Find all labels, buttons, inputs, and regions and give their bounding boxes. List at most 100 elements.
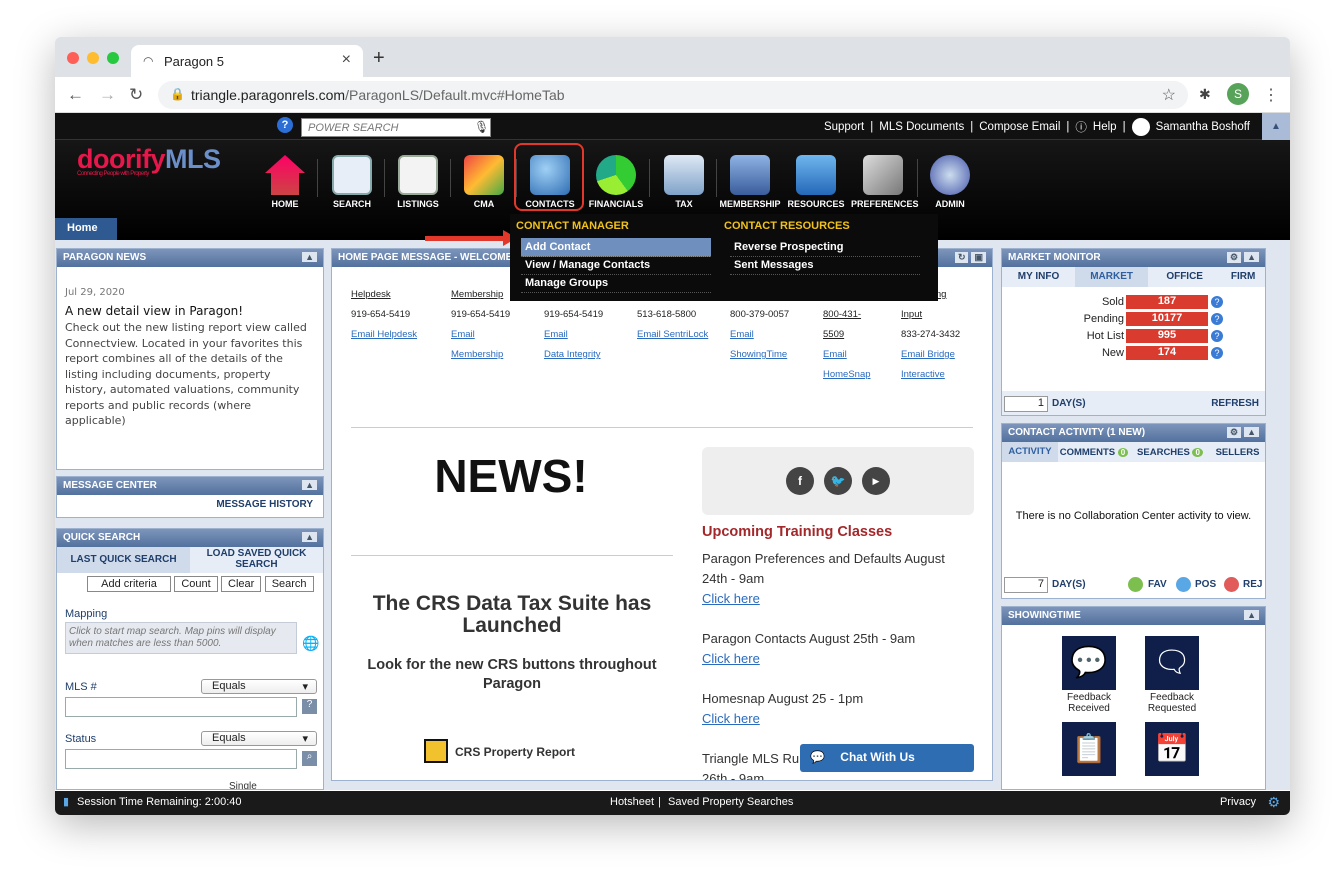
tab-comments-label[interactable]: COMMENTS	[1060, 447, 1115, 458]
microphone-icon[interactable]: 🎙	[474, 120, 489, 134]
email-link[interactable]: Email	[730, 329, 754, 340]
email-link[interactable]: Email Bridge	[901, 349, 955, 360]
tab-office[interactable]: OFFICE	[1148, 267, 1221, 287]
email-link[interactable]: Email	[823, 349, 847, 360]
help-question-icon[interactable]: ?	[1211, 347, 1223, 359]
profile-avatar[interactable]: S	[1227, 83, 1249, 105]
collapse-icon[interactable]: ▲	[1244, 252, 1259, 262]
collapse-icon[interactable]: ▲	[1244, 427, 1259, 437]
partial-select[interactable]: Single	[229, 781, 257, 789]
view-manage-contacts-item[interactable]: View / Manage Contacts	[521, 256, 711, 275]
add-contact-item[interactable]: Add Contact	[521, 238, 711, 257]
manage-groups-item[interactable]: Manage Groups	[521, 274, 711, 293]
crs-property-report-link[interactable]: CRS Property Report	[455, 745, 575, 759]
twitter-icon[interactable]: 🐦	[824, 467, 852, 495]
extensions-icon[interactable]: ✱	[1199, 86, 1211, 103]
mls-documents-link[interactable]: MLS Documents	[879, 121, 964, 133]
minimize-window-button[interactable]	[87, 52, 99, 64]
reverse-prospecting-item[interactable]: Reverse Prospecting	[730, 238, 920, 257]
status-input[interactable]	[65, 749, 297, 769]
nav-financials[interactable]: FINANCIALS	[584, 155, 648, 209]
browser-menu-icon[interactable]: ⋮	[1263, 85, 1279, 105]
hotsheet-link[interactable]: Hotsheet	[610, 796, 654, 808]
chat-with-us-button[interactable]: 💬 Chat With Us	[800, 744, 974, 772]
youtube-icon[interactable]: ▶	[862, 467, 890, 495]
forward-icon[interactable]: →	[99, 85, 116, 105]
collapse-icon[interactable]: ▲	[302, 252, 317, 262]
back-icon[interactable]: ←	[67, 85, 84, 105]
close-window-button[interactable]	[67, 52, 79, 64]
saved-searches-link[interactable]: Saved Property Searches	[668, 796, 793, 808]
add-criteria-button[interactable]: Add criteria	[87, 576, 171, 592]
new-tab-button[interactable]: +	[373, 47, 385, 70]
days-input[interactable]: 1	[1004, 396, 1048, 412]
url-field[interactable]: 🔒 triangle.paragonrels.com/ParagonLS/Def…	[158, 81, 1188, 109]
feedback-received-label[interactable]: Feedback Received	[1052, 692, 1126, 714]
clear-button[interactable]: Clear	[221, 576, 262, 592]
tab-sellers[interactable]: SELLERS	[1210, 447, 1265, 458]
help-question-icon[interactable]: ?	[1211, 296, 1223, 308]
pending-count[interactable]: 10177	[1126, 312, 1208, 326]
nav-admin[interactable]: ADMIN	[918, 155, 982, 209]
search-lookup-icon[interactable]: ⌕	[302, 751, 317, 766]
new-count[interactable]: 174	[1126, 346, 1208, 360]
email-link[interactable]: Email	[544, 329, 568, 340]
browser-tab[interactable]: ◠ Paragon 5 ×	[131, 45, 363, 77]
phone-cell[interactable]: 800-431-	[823, 309, 861, 320]
membership-header[interactable]: Membership	[451, 289, 503, 300]
days-input[interactable]: 7	[1004, 577, 1048, 593]
calendar-icon[interactable]: 📅	[1145, 722, 1199, 776]
settings-gear-icon[interactable]: ⚙	[1227, 427, 1242, 438]
nav-home[interactable]: HOME	[253, 155, 317, 209]
clipboard-icon[interactable]: 📋	[1062, 722, 1116, 776]
feedback-requested-icon[interactable]: 🗨	[1145, 636, 1199, 690]
load-saved-search-tab[interactable]: LOAD SAVED QUICK SEARCH	[190, 547, 323, 573]
sent-messages-item[interactable]: Sent Messages	[730, 256, 920, 275]
hotlist-count[interactable]: 995	[1126, 329, 1208, 343]
tab-my-info[interactable]: MY INFO	[1002, 267, 1075, 287]
collapse-icon[interactable]: ▲	[302, 480, 317, 490]
email-link[interactable]: Data Integrity	[544, 349, 601, 360]
help-link[interactable]: Help	[1093, 121, 1117, 133]
email-link[interactable]: Email	[451, 329, 475, 340]
lookup-question-icon[interactable]: ?	[302, 699, 317, 714]
mls-number-input[interactable]	[65, 697, 297, 717]
status-operator-select[interactable]: Equals ▾	[201, 731, 317, 746]
nav-resources[interactable]: RESOURCES	[784, 155, 848, 209]
message-history-link[interactable]: MESSAGE HISTORY	[57, 495, 323, 514]
email-link[interactable]: ShowingTime	[730, 349, 787, 360]
tab-activity[interactable]: ACTIVITY	[1002, 442, 1058, 462]
email-link[interactable]: HomeSnap	[823, 369, 871, 380]
tab-close-icon[interactable]: ×	[342, 51, 351, 69]
sold-count[interactable]: 187	[1126, 295, 1208, 309]
class-link[interactable]: Click here	[702, 589, 972, 609]
collapse-header-icon[interactable]: ▲	[1262, 113, 1290, 140]
maximize-window-button[interactable]	[107, 52, 119, 64]
privacy-link[interactable]: Privacy	[1220, 796, 1256, 808]
home-tab[interactable]: Home	[55, 218, 117, 240]
facebook-icon[interactable]: f	[786, 467, 814, 495]
refresh-button[interactable]: REFRESH	[1211, 398, 1259, 409]
user-name[interactable]: Samantha Boshoff	[1156, 121, 1250, 133]
help-question-icon[interactable]: ?	[1211, 313, 1223, 325]
tab-searches-label[interactable]: SEARCHES	[1137, 447, 1190, 458]
gear-icon[interactable]: ⚙	[1267, 794, 1280, 811]
refresh-icon[interactable]: ↻	[954, 252, 969, 263]
class-link[interactable]: Click here	[702, 649, 972, 669]
email-link[interactable]: Email Helpdesk	[351, 329, 417, 340]
input-link[interactable]: Input	[901, 309, 922, 320]
search-button[interactable]: Search	[264, 576, 314, 592]
nav-cma[interactable]: CMA	[452, 155, 516, 209]
nav-search[interactable]: SEARCH	[320, 155, 384, 209]
nav-tax[interactable]: TAX	[652, 155, 716, 209]
phone-cell[interactable]: 5509	[823, 329, 844, 340]
power-search-input[interactable]: POWER SEARCH 🎙	[301, 118, 491, 137]
nav-contacts[interactable]: CONTACTS	[514, 143, 584, 211]
email-link[interactable]: Email SentriLock	[637, 329, 708, 340]
reload-icon[interactable]: ↻	[129, 85, 143, 105]
feedback-received-icon[interactable]: 💬	[1062, 636, 1116, 690]
globe-icon[interactable]: 🌐	[302, 635, 319, 652]
nav-listings[interactable]: LISTINGS	[386, 155, 450, 209]
tab-firm[interactable]: FIRM	[1221, 267, 1265, 287]
help-question-icon[interactable]: ?	[277, 117, 293, 133]
